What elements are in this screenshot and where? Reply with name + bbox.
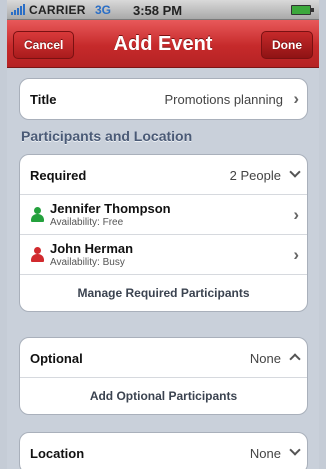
title-row[interactable]: Title Promotions planning › — [20, 79, 307, 119]
participant-row[interactable]: Jennifer Thompson Availability: Free › — [20, 195, 307, 235]
chevron-up-icon — [289, 353, 301, 365]
chevron-down-icon — [289, 166, 301, 178]
participant-availability: Availability: Free — [50, 217, 124, 228]
location-label: Location — [30, 446, 85, 461]
app-screen: CARRIER 3G 3:58 PM Cancel Add Event Done… — [0, 0, 326, 469]
battery-icon — [291, 5, 314, 15]
carrier-label: CARRIER — [29, 3, 86, 17]
title-group: Title Promotions planning › — [19, 78, 308, 120]
status-bar: CARRIER 3G 3:58 PM — [7, 0, 319, 20]
chevron-right-icon: › — [293, 89, 299, 108]
location-row[interactable]: Location None — [20, 433, 307, 469]
required-count: 2 People — [229, 168, 281, 183]
clock: 3:58 PM — [133, 3, 183, 18]
person-busy-icon — [30, 247, 44, 263]
person-free-icon — [30, 207, 44, 223]
event-form: Title Promotions planning › Participants… — [7, 68, 319, 469]
participant-name: John Herman — [50, 241, 134, 256]
optional-group: Optional None Add Optional Participants — [19, 337, 308, 415]
required-row[interactable]: Required 2 People — [20, 155, 307, 195]
required-group: Required 2 People Jennifer Thompson Avai… — [19, 154, 308, 312]
participant-row[interactable]: John Herman Availability: Busy › — [20, 235, 307, 275]
participant-availability: Availability: Busy — [50, 257, 125, 268]
location-group: Location None — [19, 432, 308, 469]
chevron-right-icon: › — [293, 245, 299, 264]
optional-row[interactable]: Optional None — [20, 338, 307, 378]
location-value: None — [249, 446, 281, 461]
required-label: Required — [30, 168, 87, 183]
network-label: 3G — [95, 3, 112, 17]
optional-label: Optional — [30, 351, 83, 366]
chevron-down-icon — [289, 444, 301, 456]
title-value: Promotions planning — [164, 92, 283, 107]
add-optional-button[interactable]: Add Optional Participants — [20, 378, 307, 414]
participant-name: Jennifer Thompson — [50, 201, 171, 216]
section-header-participants: Participants and Location — [21, 128, 193, 144]
optional-value: None — [249, 351, 281, 366]
manage-required-button[interactable]: Manage Required Participants — [20, 275, 307, 311]
chevron-right-icon: › — [293, 205, 299, 224]
title-label: Title — [30, 92, 57, 107]
navigation-bar: Cancel Add Event Done — [7, 20, 319, 68]
signal-icon — [11, 4, 25, 15]
done-button[interactable]: Done — [261, 31, 313, 59]
